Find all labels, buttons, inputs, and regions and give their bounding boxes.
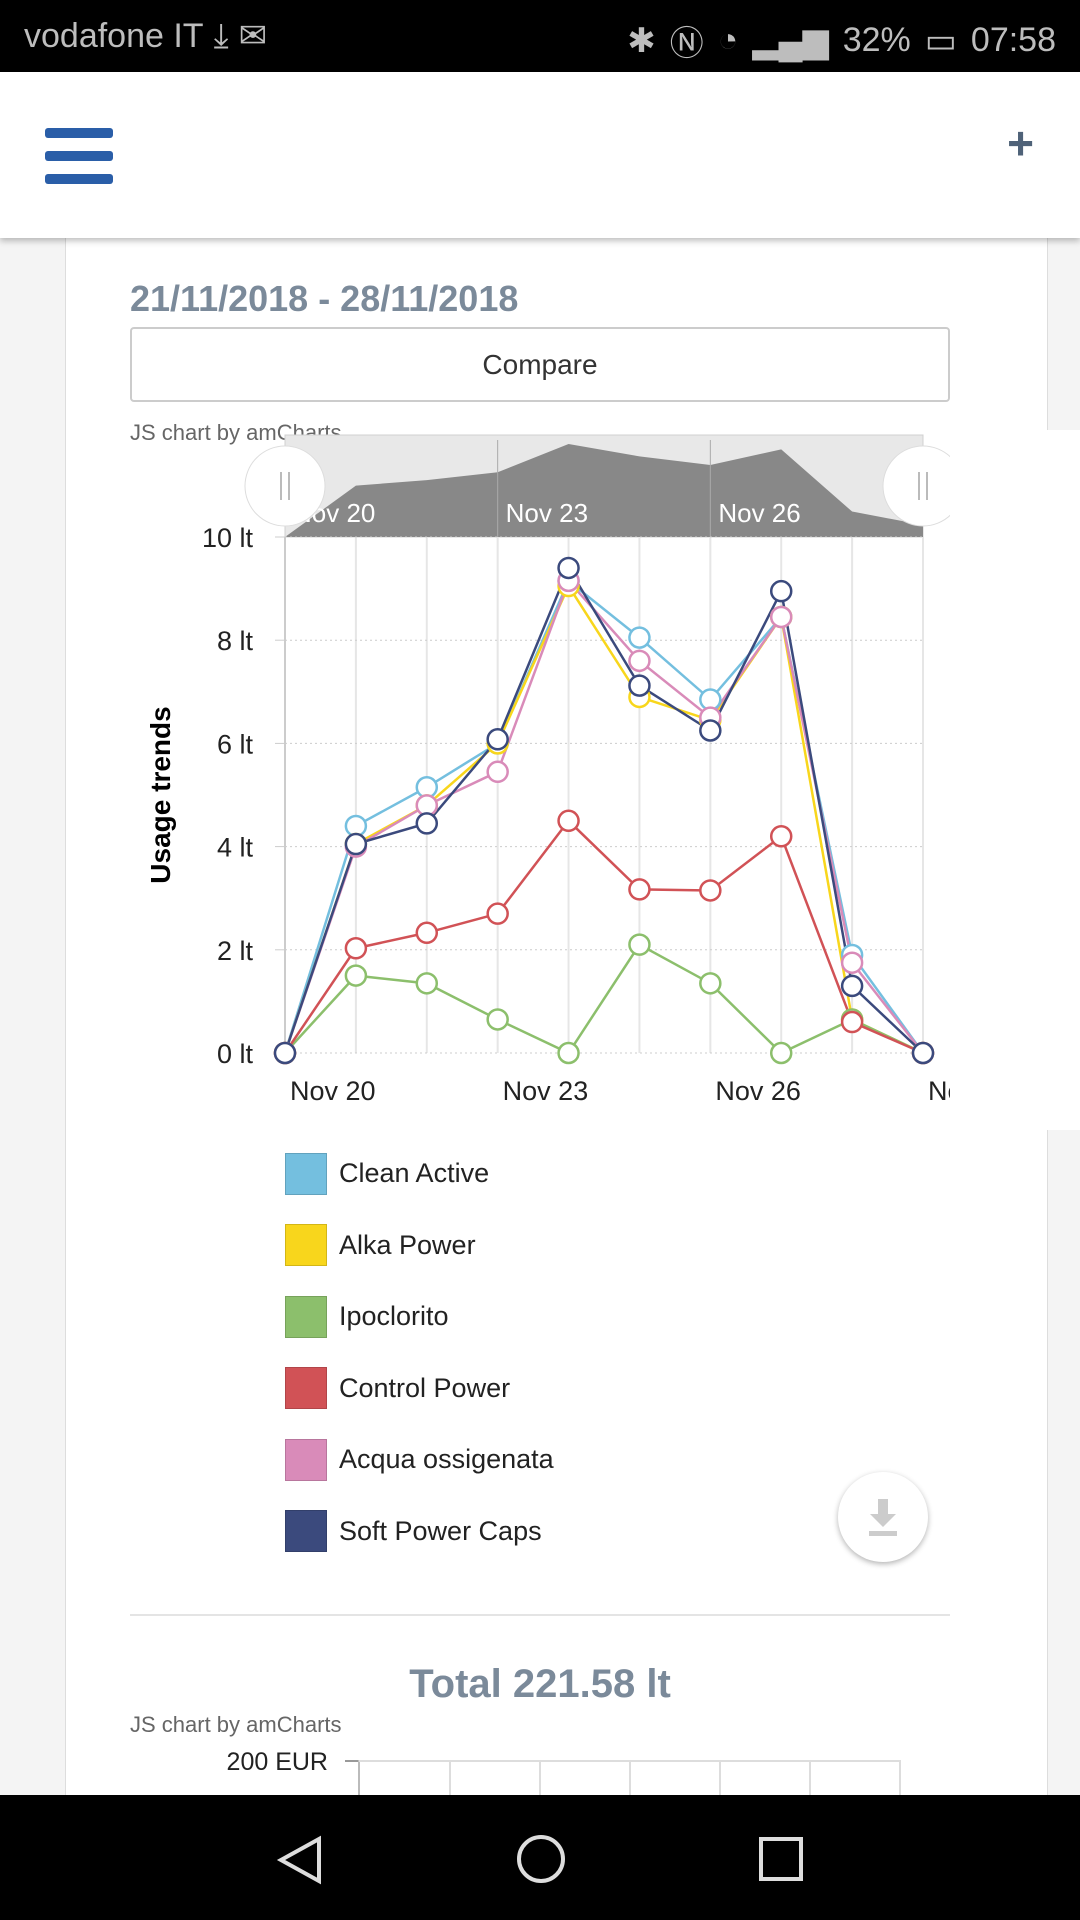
x-tick-label: Nov 20 [290,1076,376,1106]
data-point [840,1010,864,1034]
legend-item[interactable]: Ipoclorito [285,1281,554,1353]
data-point [769,825,793,848]
legend-label: Clean Active [339,1158,490,1189]
data-point [344,937,368,960]
legend-swatch [285,1510,327,1553]
android-nav-bar [0,1795,1080,1920]
data-point [486,760,509,784]
y-tick-label: 6 lt [217,729,254,759]
cost-ytick: 200 EUR [226,1748,328,1776]
legend-label: Acqua ossigenata [339,1444,554,1475]
legend-item[interactable]: Alka Power [285,1210,554,1282]
hamburger-icon[interactable] [45,128,113,184]
data-point [699,719,722,742]
data-point [628,649,651,673]
series-line-ipoclorito [284,942,924,1055]
x-tick-label: Nov 23 [503,1076,589,1106]
legend-swatch [285,1295,327,1338]
legend-label: Ipoclorito [339,1301,449,1332]
data-point [273,1041,297,1065]
data-point [769,579,793,603]
legend-label: Soft Power Caps [339,1515,542,1546]
download-button[interactable] [838,1472,928,1562]
data-point [628,933,651,956]
data-point [769,1041,793,1065]
data-point [344,832,368,856]
chart-legend: Clean Active Alka Power Ipoclorito Control … [285,1138,554,1567]
series-line-clean-active [283,578,925,1054]
x-tick-label: Nov 26 [715,1076,801,1106]
y-tick-label: 0 lt [217,1039,254,1069]
legend-swatch [285,1438,327,1481]
data-point [557,1041,580,1065]
legend-item[interactable]: Clean Active [285,1138,554,1210]
legend-swatch [285,1367,327,1410]
legend-item[interactable]: Soft Power Caps [285,1496,554,1568]
cost-chart-grid [345,1760,901,1800]
data-point [699,879,722,902]
data-point [415,921,439,945]
data-point [557,809,580,833]
scrollbar-left-grip[interactable] [244,445,326,527]
data-point [415,972,439,995]
data-point [415,812,439,835]
data-point [628,626,651,649]
amcharts-credit-2[interactable]: JS chart by amCharts [130,1712,342,1738]
plus-icon[interactable]: + [1007,116,1034,170]
app-header: + [0,72,1080,238]
scrollbar-label: Nov 23 [506,498,588,528]
y-tick-label: 4 lt [217,833,254,863]
y-tick-label: 2 lt [217,936,254,966]
y-axis-title: Usage trends [145,706,176,883]
data-point [486,902,509,925]
legend-label: Control Power [339,1372,511,1403]
data-point [699,972,722,995]
total-usage: Total 221.58 lt [409,1662,671,1706]
divider [130,1614,950,1616]
y-tick-label: 10 lt [202,523,254,553]
download-icon [869,1499,897,1536]
data-point [840,951,864,974]
back-triangle-icon[interactable] [275,1835,325,1885]
grip-circle [244,445,326,527]
series-line-control-power [283,818,924,1055]
chart-clip-mask [950,430,1080,1130]
legend-item[interactable]: Control Power [285,1353,554,1425]
series-line-alka-power [283,583,924,1055]
data-point [911,1041,935,1065]
data-point [628,674,651,697]
home-circle-icon[interactable] [515,1833,567,1885]
data-point [557,556,580,580]
y-tick-label: 8 lt [217,626,254,656]
data-point [486,728,509,751]
data-point [628,878,651,901]
data-point [840,974,864,998]
series-line-acqua-ossigenata [283,578,924,1054]
legend-swatch [285,1224,327,1267]
data-point [486,1008,509,1031]
scrollbar-label: Nov 26 [718,498,800,528]
legend-label: Alka Power [339,1229,476,1260]
recents-square-icon[interactable] [757,1835,805,1883]
legend-item[interactable]: Acqua ossigenata [285,1424,554,1496]
legend-swatch [285,1152,327,1195]
data-point [769,605,793,629]
data-point [344,964,368,987]
